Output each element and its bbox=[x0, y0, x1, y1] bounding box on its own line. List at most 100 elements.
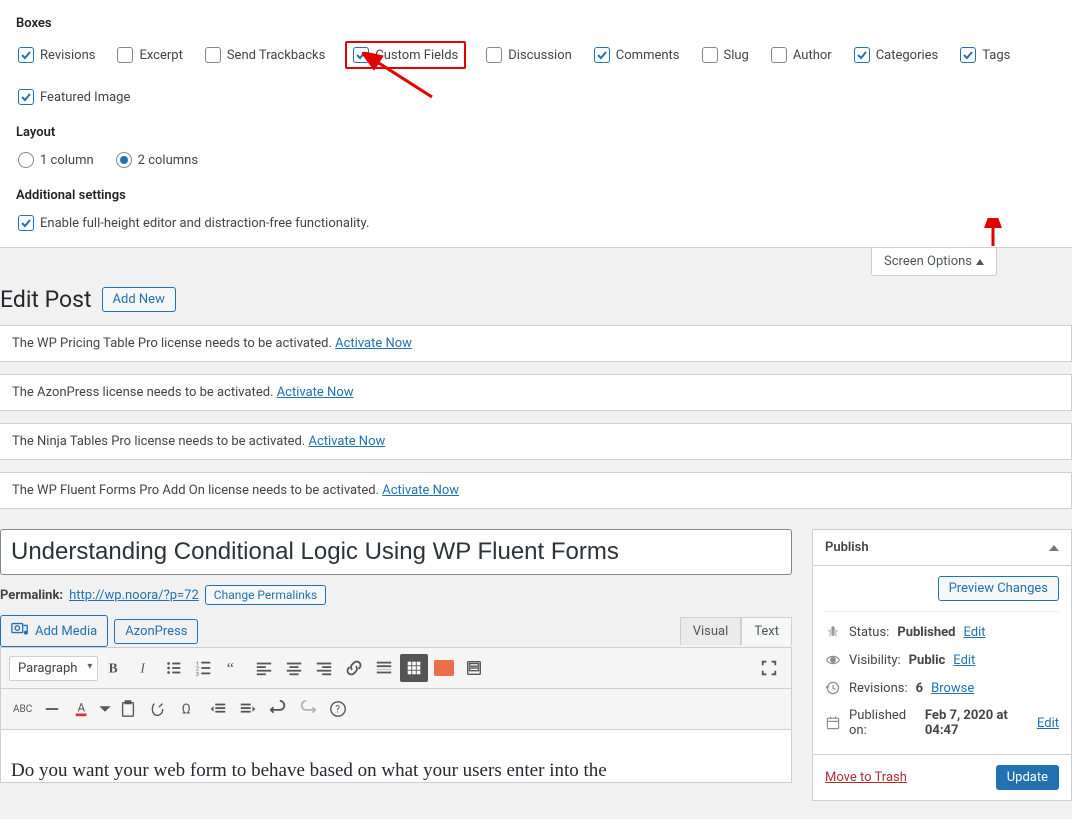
fluent-forms-icon[interactable] bbox=[460, 654, 488, 682]
insert-more-icon[interactable] bbox=[370, 654, 398, 682]
publish-postbox: Publish Preview Changes Status: Publishe… bbox=[812, 529, 1072, 801]
checkbox-box-icon bbox=[18, 215, 34, 231]
permalink-label: Permalink: bbox=[0, 588, 63, 603]
bold-icon[interactable]: B bbox=[100, 654, 128, 682]
ninja-tables-icon[interactable] bbox=[430, 654, 458, 682]
status-edit-link[interactable]: Edit bbox=[963, 625, 985, 640]
format-select[interactable]: Paragraph bbox=[9, 656, 98, 681]
activate-now-link[interactable]: Activate Now bbox=[277, 385, 354, 400]
clear-formatting-icon[interactable] bbox=[144, 695, 172, 723]
checkbox-label: Send Trackbacks bbox=[227, 48, 325, 63]
camera-music-icon bbox=[11, 620, 29, 642]
chevron-up-icon bbox=[1049, 545, 1059, 551]
azonpress-button[interactable]: AzonPress bbox=[114, 619, 198, 644]
screen-options-tab[interactable]: Screen Options bbox=[871, 248, 997, 276]
svg-text:?: ? bbox=[336, 705, 341, 716]
checkbox-box-icon bbox=[205, 47, 221, 63]
layout-heading: Layout bbox=[16, 125, 1056, 140]
eye-icon bbox=[825, 652, 841, 668]
notices-container: The WP Pricing Table Pro license needs t… bbox=[0, 325, 1072, 509]
revisions-browse-link[interactable]: Browse bbox=[931, 681, 974, 696]
text-color-dropdown-icon[interactable] bbox=[98, 695, 112, 723]
align-center-icon[interactable] bbox=[280, 654, 308, 682]
checkbox-label: Discussion bbox=[508, 48, 572, 63]
bullet-list-icon[interactable] bbox=[160, 654, 188, 682]
permalink-link[interactable]: http://wp.noora/?p=72 bbox=[69, 588, 199, 603]
update-button[interactable]: Update bbox=[996, 765, 1059, 790]
license-notice: The WP Fluent Forms Pro Add On license n… bbox=[0, 472, 1072, 509]
checkbox-label: Featured Image bbox=[40, 90, 130, 105]
activate-now-link[interactable]: Activate Now bbox=[335, 336, 412, 351]
editor-content[interactable]: Do you want your web form to behave base… bbox=[1, 730, 791, 782]
checkbox-slug[interactable]: Slug bbox=[700, 45, 751, 65]
activate-now-link[interactable]: Activate Now bbox=[382, 483, 459, 498]
notice-text: The WP Fluent Forms Pro Add On license n… bbox=[12, 483, 382, 498]
checkbox-custom-fields[interactable]: Custom Fields bbox=[345, 41, 466, 69]
activate-now-link[interactable]: Activate Now bbox=[308, 434, 385, 449]
link-icon[interactable] bbox=[340, 654, 368, 682]
visibility-edit-link[interactable]: Edit bbox=[953, 653, 975, 668]
checkbox-tags[interactable]: Tags bbox=[958, 45, 1012, 65]
checkbox-box-icon bbox=[702, 47, 718, 63]
status-label: Status: bbox=[849, 625, 889, 640]
undo-icon[interactable] bbox=[264, 695, 292, 723]
change-permalinks-button[interactable]: Change Permalinks bbox=[205, 585, 326, 605]
fullscreen-icon[interactable] bbox=[755, 654, 783, 682]
checkbox-box-icon bbox=[18, 47, 34, 63]
checkbox-box-icon bbox=[594, 47, 610, 63]
strikethrough-icon[interactable]: ABC bbox=[9, 695, 36, 723]
text-color-icon[interactable]: A bbox=[68, 695, 96, 723]
tab-text[interactable]: Text bbox=[741, 617, 792, 645]
revisions-value: 6 bbox=[916, 681, 923, 696]
post-title-input[interactable] bbox=[0, 529, 792, 575]
published-edit-link[interactable]: Edit bbox=[1037, 716, 1059, 731]
published-value: Feb 7, 2020 at 04:47 bbox=[925, 708, 1029, 738]
help-icon[interactable]: ? bbox=[324, 695, 352, 723]
checkbox-categories[interactable]: Categories bbox=[852, 45, 941, 65]
special-character-icon[interactable]: Ω bbox=[174, 695, 202, 723]
additional-row: Enable full-height editor and distractio… bbox=[16, 213, 1056, 233]
align-left-icon[interactable] bbox=[250, 654, 278, 682]
preview-changes-button[interactable]: Preview Changes bbox=[938, 576, 1059, 601]
checkbox-comments[interactable]: Comments bbox=[592, 45, 682, 65]
numbered-list-icon[interactable]: 123 bbox=[190, 654, 218, 682]
revisions-label: Revisions: bbox=[849, 681, 908, 696]
checkbox-label: Tags bbox=[982, 48, 1010, 63]
permalink-row: Permalink: http://wp.noora/?p=72 Change … bbox=[0, 585, 792, 605]
toolbar-toggle-icon[interactable] bbox=[400, 654, 428, 682]
radio-2col[interactable]: 2 columns bbox=[114, 150, 200, 170]
indent-icon[interactable] bbox=[234, 695, 262, 723]
publish-postbox-header[interactable]: Publish bbox=[813, 530, 1071, 566]
svg-text:B: B bbox=[109, 661, 118, 676]
align-right-icon[interactable] bbox=[310, 654, 338, 682]
checkbox-author[interactable]: Author bbox=[769, 45, 834, 65]
radio-label: 2 columns bbox=[138, 153, 198, 168]
checkbox-featured-image[interactable]: Featured Image bbox=[16, 87, 132, 107]
redo-icon[interactable] bbox=[294, 695, 322, 723]
checkbox-box-icon bbox=[18, 89, 34, 105]
checkbox-label: Custom Fields bbox=[375, 48, 458, 63]
move-to-trash-link[interactable]: Move to Trash bbox=[825, 770, 907, 785]
radio-circle-icon bbox=[18, 152, 34, 168]
tab-visual[interactable]: Visual bbox=[680, 617, 742, 645]
add-new-button[interactable]: Add New bbox=[102, 287, 176, 312]
outdent-icon[interactable] bbox=[204, 695, 232, 723]
notice-text: The WP Pricing Table Pro license needs t… bbox=[12, 336, 335, 351]
paste-text-icon[interactable] bbox=[114, 695, 142, 723]
visibility-label: Visibility: bbox=[849, 653, 901, 668]
notice-text: The AzonPress license needs to be activa… bbox=[12, 385, 277, 400]
checkbox-discussion[interactable]: Discussion bbox=[484, 45, 574, 65]
checkbox-box-icon bbox=[353, 47, 369, 63]
horizontal-rule-icon[interactable] bbox=[38, 695, 66, 723]
checkbox-fullheight[interactable]: Enable full-height editor and distractio… bbox=[16, 213, 371, 233]
add-media-button[interactable]: Add Media bbox=[0, 615, 108, 647]
tinymce-toolbar-row1: Paragraph B I 123 “ bbox=[1, 648, 791, 689]
italic-icon[interactable]: I bbox=[130, 654, 158, 682]
revisions-backup-icon bbox=[825, 680, 841, 696]
radio-1col[interactable]: 1 column bbox=[16, 150, 96, 170]
checkbox-excerpt[interactable]: Excerpt bbox=[115, 45, 184, 65]
screen-options-panel: Boxes RevisionsExcerptSend TrackbacksCus… bbox=[0, 0, 1072, 248]
checkbox-revisions[interactable]: Revisions bbox=[16, 45, 97, 65]
blockquote-icon[interactable]: “ bbox=[220, 654, 248, 682]
checkbox-trackbacks[interactable]: Send Trackbacks bbox=[203, 45, 327, 65]
